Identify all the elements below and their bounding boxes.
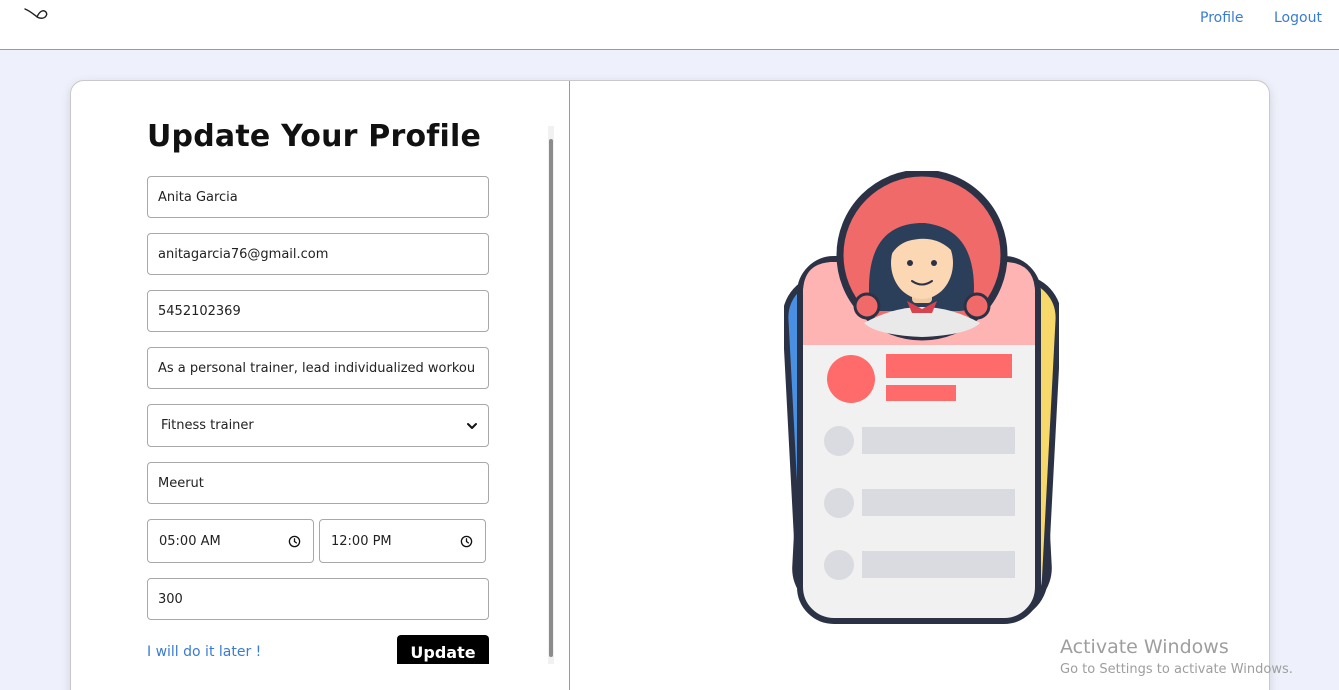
price-field[interactable]: 300: [147, 578, 489, 620]
clock-icon[interactable]: [460, 535, 473, 548]
phone-field-value: 5452102369: [158, 303, 241, 319]
skip-later-link[interactable]: I will do it later !: [147, 644, 261, 660]
profile-card-illustration-icon: [784, 171, 1059, 624]
page-title: Update Your Profile: [147, 119, 482, 154]
end-time-value: 12:00 PM: [331, 533, 392, 549]
activate-windows-watermark: Activate Windows Go to Settings to activ…: [1060, 636, 1293, 677]
profile-card: Update Your Profile Anita Garcia anitaga…: [70, 80, 1270, 690]
bio-field[interactable]: As a personal trainer, lead individualiz…: [147, 347, 489, 389]
watermark-subtitle: Go to Settings to activate Windows.: [1060, 662, 1293, 677]
profession-select[interactable]: Fitness trainer: [147, 404, 489, 447]
top-navbar: Profile Logout: [0, 0, 1339, 50]
clock-icon[interactable]: [288, 535, 301, 548]
nav-profile-link[interactable]: Profile: [1200, 10, 1244, 26]
email-field-value: anitagarcia76@gmail.com: [158, 246, 329, 262]
profession-select-value: Fitness trainer: [161, 418, 254, 433]
start-time-input[interactable]: 05:00 AM: [147, 519, 314, 563]
start-time-value: 05:00 AM: [159, 533, 221, 549]
end-time-input[interactable]: 12:00 PM: [319, 519, 486, 563]
card-divider: [569, 81, 570, 690]
form-scrollbar-thumb[interactable]: [549, 139, 553, 657]
infinity-loop-logo-icon[interactable]: [22, 5, 52, 25]
email-field[interactable]: anitagarcia76@gmail.com: [147, 233, 489, 275]
city-field-value: Meerut: [158, 475, 204, 491]
chevron-down-icon: [467, 422, 477, 429]
name-field[interactable]: Anita Garcia: [147, 176, 489, 218]
name-field-value: Anita Garcia: [158, 189, 238, 205]
price-field-value: 300: [158, 591, 183, 607]
form-scroll-clip: [391, 664, 501, 690]
phone-field[interactable]: 5452102369: [147, 290, 489, 332]
city-field[interactable]: Meerut: [147, 462, 489, 504]
watermark-title: Activate Windows: [1060, 636, 1229, 658]
bio-field-value: As a personal trainer, lead individualiz…: [158, 360, 476, 376]
nav-logout-link[interactable]: Logout: [1274, 10, 1322, 26]
